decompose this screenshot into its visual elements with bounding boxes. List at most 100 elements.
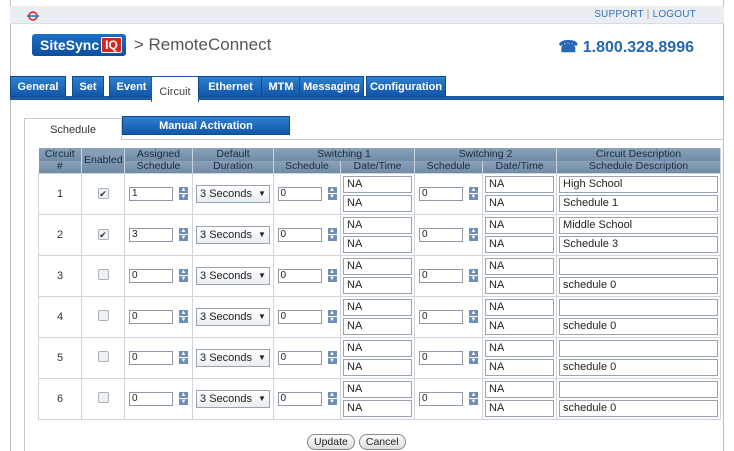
sw1-date-field[interactable]: NA	[343, 298, 413, 316]
spinner-arrows-icon[interactable]: ▲ ▼	[469, 391, 479, 406]
brand-logo[interactable]: SiteSync IQ	[32, 34, 126, 56]
tab-mtm[interactable]: MTM	[261, 76, 301, 97]
spinner-arrows-icon[interactable]: ▲ ▼	[179, 309, 188, 324]
enabled-checkbox[interactable]	[97, 391, 109, 403]
sw1-time-field[interactable]: NA	[343, 358, 413, 376]
sw2-time-field[interactable]: NA	[485, 317, 555, 335]
schedule-description-field[interactable]: schedule 0	[559, 399, 719, 417]
spinner-arrows-icon[interactable]: ▲ ▼	[327, 391, 337, 406]
sw1-schedule-input[interactable]: 0	[277, 227, 322, 242]
spinner-arrows-icon[interactable]: ▲ ▼	[327, 350, 337, 365]
support-link[interactable]: SUPPORT	[594, 9, 644, 20]
sw1-schedule-input[interactable]: 0	[277, 268, 322, 283]
default-duration-select[interactable]: 3 Seconds ▼	[196, 389, 270, 408]
tab-ethernet[interactable]: Ethernet	[198, 76, 263, 97]
sw1-date-field[interactable]: NA	[343, 175, 413, 193]
sw1-time-field[interactable]: NA	[343, 399, 413, 417]
sw2-time-field[interactable]: NA	[485, 358, 555, 376]
assigned-schedule-input[interactable]: 3	[129, 227, 173, 242]
spinner-arrows-icon[interactable]: ▲ ▼	[469, 227, 479, 242]
spinner-arrows-icon[interactable]: ▲ ▼	[327, 186, 337, 201]
circuit-description-field[interactable]	[559, 380, 719, 398]
sw2-time-field[interactable]: NA	[485, 235, 555, 253]
sw2-time-field[interactable]: NA	[485, 276, 555, 294]
tab-set[interactable]: Set	[72, 76, 104, 97]
sw1-time-field[interactable]: NA	[343, 317, 413, 335]
sw2-date-field[interactable]: NA	[485, 298, 555, 316]
sw2-time-field[interactable]: NA	[485, 399, 555, 417]
circuit-description-field[interactable]	[559, 298, 719, 316]
assigned-schedule-input[interactable]: 0	[129, 350, 173, 365]
sw2-date-field[interactable]: NA	[485, 216, 555, 234]
sw1-date-field[interactable]: NA	[343, 216, 413, 234]
default-duration-select[interactable]: 3 Seconds ▼	[196, 184, 270, 203]
spinner-arrows-icon[interactable]: ▲ ▼	[179, 391, 188, 406]
sw2-date-field[interactable]: NA	[485, 257, 555, 275]
default-duration-select[interactable]: 3 Seconds ▼	[196, 266, 270, 285]
sw1-schedule-input[interactable]: 0	[277, 186, 322, 201]
spinner-arrows-icon[interactable]: ▲ ▼	[469, 186, 479, 201]
spinner-arrows-icon[interactable]: ▲ ▼	[179, 227, 188, 242]
default-duration-select[interactable]: 3 Seconds ▼	[196, 307, 270, 326]
spinner-arrows-icon[interactable]: ▲ ▼	[469, 309, 479, 324]
logout-link[interactable]: LOGOUT	[653, 9, 696, 20]
sw2-time-field[interactable]: NA	[485, 194, 555, 212]
circuit-description-field[interactable]	[559, 257, 719, 275]
sw2-schedule-input[interactable]: 0	[419, 186, 464, 201]
spinner-arrows-icon[interactable]: ▲ ▼	[327, 268, 337, 283]
tab-messaging[interactable]: Messaging	[299, 76, 364, 97]
assigned-schedule-input[interactable]: 0	[129, 391, 173, 406]
sw2-date-field[interactable]: NA	[485, 339, 555, 357]
schedule-description-field[interactable]: schedule 0	[559, 358, 719, 376]
sw1-date-field[interactable]: NA	[343, 257, 413, 275]
default-duration-select[interactable]: 3 Seconds ▼	[196, 225, 270, 244]
enabled-checkbox[interactable]	[97, 309, 109, 321]
tab-general[interactable]: General	[10, 76, 66, 97]
enabled-checkbox[interactable]	[97, 350, 109, 362]
sw1-time-field[interactable]: NA	[343, 276, 413, 294]
assigned-schedule-input[interactable]: 1	[129, 186, 173, 201]
circuit-description-field[interactable]: Middle School	[559, 216, 719, 234]
circuit-description-field[interactable]: High School	[559, 175, 719, 193]
schedule-description-field[interactable]: Schedule 1	[559, 194, 719, 212]
sw1-schedule-input[interactable]: 0	[277, 391, 322, 406]
sw2-date-field[interactable]: NA	[485, 175, 555, 193]
tab-event[interactable]: Event	[109, 76, 154, 97]
update-button[interactable]: Update	[307, 434, 355, 450]
spinner-arrows-icon[interactable]: ▲ ▼	[179, 268, 188, 283]
spinner-arrows-icon[interactable]: ▲ ▼	[327, 309, 337, 324]
enabled-checkbox[interactable]: ✔	[97, 228, 109, 240]
sw1-date-field[interactable]: NA	[343, 339, 413, 357]
cancel-button[interactable]: Cancel	[358, 434, 406, 450]
sw2-schedule-input[interactable]: 0	[419, 227, 464, 242]
assigned-schedule-input[interactable]: 0	[129, 268, 173, 283]
sw1-time-field[interactable]: NA	[343, 235, 413, 253]
spinner-arrows-icon[interactable]: ▲ ▼	[327, 227, 337, 242]
spinner-arrows-icon[interactable]: ▲ ▼	[179, 350, 188, 365]
sw2-date-field[interactable]: NA	[485, 380, 555, 398]
sw2-schedule-input[interactable]: 0	[419, 309, 464, 324]
circuit-number: 6	[56, 392, 64, 405]
default-duration-select[interactable]: 3 Seconds ▼	[196, 348, 270, 367]
sw2-schedule-input[interactable]: 0	[419, 350, 464, 365]
assigned-schedule-input[interactable]: 0	[129, 309, 173, 324]
subtab-manual-activation[interactable]: Manual Activation	[122, 116, 290, 135]
tab-circuit[interactable]: Circuit	[151, 76, 199, 102]
enabled-checkbox[interactable]	[97, 268, 109, 280]
subtab-schedule[interactable]: Schedule	[24, 118, 122, 140]
sw1-schedule-input[interactable]: 0	[277, 309, 322, 324]
spinner-arrows-icon[interactable]: ▲ ▼	[179, 186, 188, 201]
sw2-schedule-input[interactable]: 0	[419, 391, 464, 406]
sw1-time-field[interactable]: NA	[343, 194, 413, 212]
schedule-description-field[interactable]: schedule 0	[559, 317, 719, 335]
tab-configuration[interactable]: Configuration	[366, 76, 446, 97]
spinner-arrows-icon[interactable]: ▲ ▼	[469, 350, 479, 365]
schedule-description-field[interactable]: schedule 0	[559, 276, 719, 294]
sw1-date-field[interactable]: NA	[343, 380, 413, 398]
circuit-description-field[interactable]	[559, 339, 719, 357]
spinner-arrows-icon[interactable]: ▲ ▼	[469, 268, 479, 283]
schedule-description-field[interactable]: Schedule 3	[559, 235, 719, 253]
sw2-schedule-input[interactable]: 0	[419, 268, 464, 283]
sw1-schedule-input[interactable]: 0	[277, 350, 322, 365]
enabled-checkbox[interactable]: ✔	[97, 187, 109, 199]
